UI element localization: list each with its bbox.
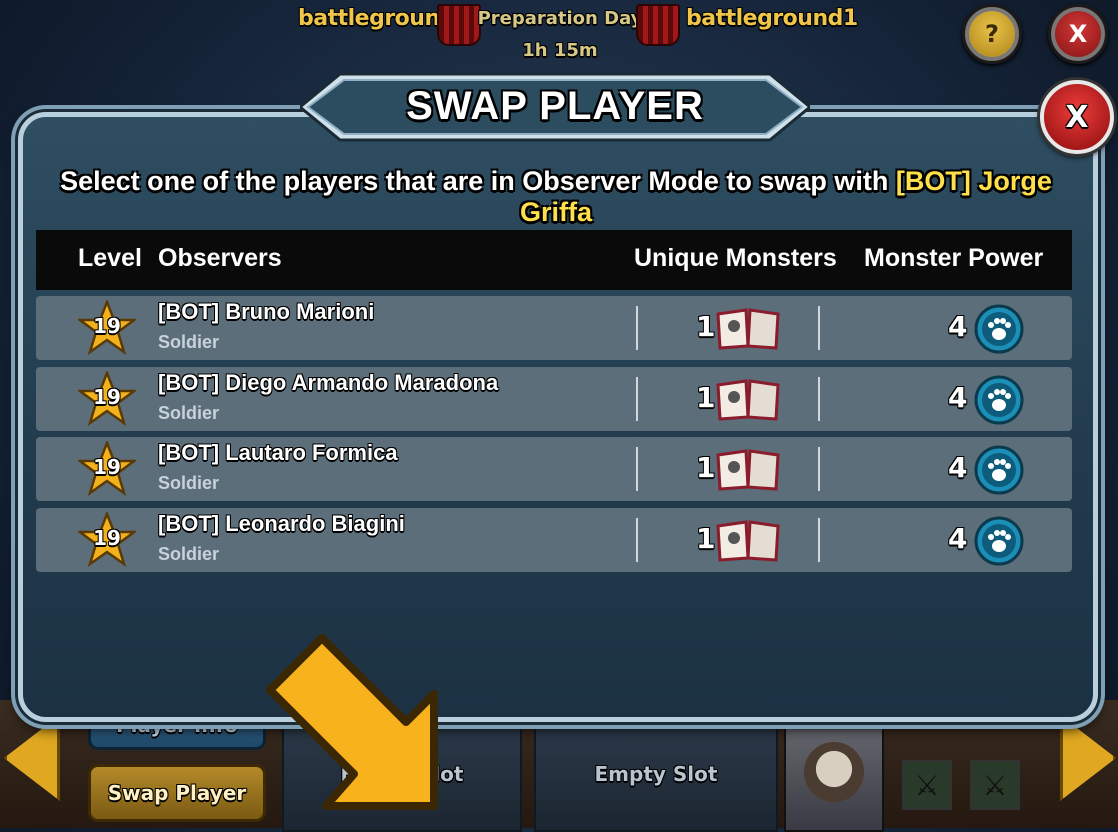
table-row[interactable]: 19 [BOT] Diego Armando Maradona Soldier … [36, 367, 1072, 431]
column-divider [818, 518, 820, 562]
dialog-title: SWAP PLAYER [406, 83, 704, 128]
monster-portrait-icon [804, 742, 864, 802]
paw-power-icon [974, 375, 1024, 425]
player-role: Soldier [158, 544, 220, 564]
player-role: Soldier [158, 403, 220, 423]
monster-book-icon [716, 308, 780, 350]
player-role: Soldier [158, 332, 220, 352]
column-divider [636, 518, 638, 562]
phase-label: Preparation Day [477, 8, 643, 29]
player-level: 19 [93, 526, 121, 550]
column-divider [636, 447, 638, 491]
top-bar: battleground2 Preparation Day 1h 15m bat… [0, 0, 1118, 70]
locked-slot-icon: ⚔ [902, 760, 952, 810]
column-level: Level [78, 244, 142, 272]
empty-slot[interactable]: Empty Slot [534, 716, 778, 832]
table-row[interactable]: 19 [BOT] Leonardo Biagini Soldier 1 4 [36, 508, 1072, 572]
column-divider [636, 377, 638, 421]
team-name-right: battleground1 [686, 6, 858, 31]
column-divider [818, 377, 820, 421]
paw-power-icon [974, 304, 1024, 354]
monster-power-value: 4 [948, 381, 968, 414]
player-level: 19 [93, 314, 121, 338]
column-divider [818, 306, 820, 350]
monster-book-icon [716, 449, 780, 491]
player-name: [BOT] Diego Armando Maradona [158, 370, 499, 395]
monster-power-value: 4 [948, 310, 968, 343]
paw-power-icon [974, 445, 1024, 495]
monster-book-icon [716, 379, 780, 421]
player-name: [BOT] Lautaro Formica [158, 440, 398, 465]
column-observers: Observers [158, 244, 282, 272]
paw-power-icon [974, 516, 1024, 566]
unique-monsters-value: 1 [696, 522, 716, 555]
player-role: Soldier [158, 473, 220, 493]
table-row[interactable]: 19 [BOT] Lautaro Formica Soldier 1 4 [36, 437, 1072, 501]
exit-button[interactable]: X [1048, 4, 1108, 64]
close-dialog-button[interactable]: X [1040, 80, 1114, 154]
team-banner-icon [636, 4, 680, 46]
instruction-prefix: Select one of the players that are in Ob… [60, 166, 896, 196]
table-row[interactable]: 19 [BOT] Bruno Marioni Soldier 1 4 [36, 296, 1072, 360]
monster-card[interactable] [784, 716, 884, 832]
column-monster-power: Monster Power [864, 244, 1044, 272]
player-name: [BOT] Bruno Marioni [158, 299, 375, 324]
phase-timer: 1h 15m [522, 40, 598, 61]
help-button[interactable]: ? [962, 4, 1022, 64]
player-name: [BOT] Leonardo Biagini [158, 511, 405, 536]
monster-power-value: 4 [948, 522, 968, 555]
monster-power-value: 4 [948, 451, 968, 484]
table-header: Level Observers Unique Monsters Monster … [36, 230, 1072, 290]
swap-player-button[interactable]: Swap Player [88, 764, 266, 822]
unique-monsters-value: 1 [696, 310, 716, 343]
player-level: 19 [93, 385, 121, 409]
column-divider [818, 447, 820, 491]
pointer-arrow-icon [266, 634, 438, 810]
unique-monsters-value: 1 [696, 451, 716, 484]
monster-book-icon [716, 520, 780, 562]
column-divider [636, 306, 638, 350]
unique-monsters-value: 1 [696, 381, 716, 414]
instruction-text: Select one of the players that are in Ob… [36, 166, 1076, 228]
player-level: 19 [93, 455, 121, 479]
column-unique-monsters: Unique Monsters [634, 244, 837, 272]
locked-slot-icon: ⚔ [970, 760, 1020, 810]
